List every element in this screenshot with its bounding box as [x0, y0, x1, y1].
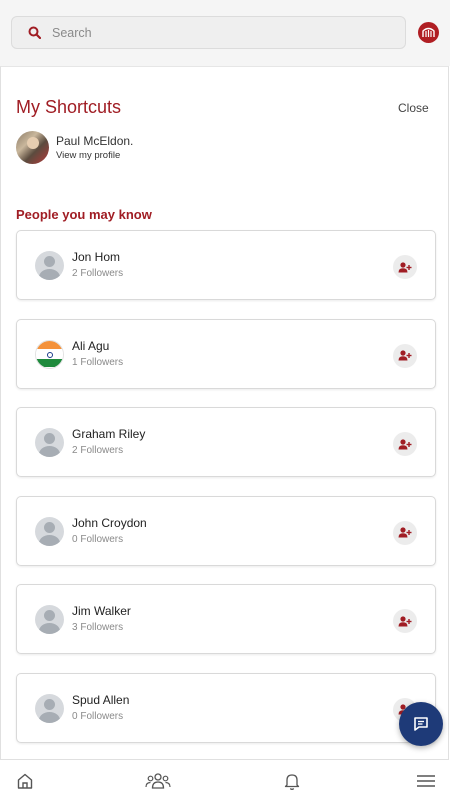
follower-count: 0 Followers [72, 710, 124, 722]
person-card[interactable]: Jon Hom 2 Followers [16, 230, 436, 300]
default-avatar-icon [35, 428, 64, 457]
follower-count: 3 Followers [72, 622, 124, 633]
bell-icon [284, 773, 300, 790]
view-profile-link[interactable]: View my profile [56, 149, 133, 162]
search-icon [26, 25, 42, 41]
india-flag-icon [35, 339, 64, 369]
add-user-icon [398, 350, 412, 361]
default-avatar-icon [35, 693, 64, 723]
person-name: Graham Riley [72, 427, 146, 441]
add-friend-button[interactable] [393, 520, 417, 545]
people-you-may-know-heading: People you may know [16, 207, 152, 222]
add-friend-button[interactable] [393, 255, 417, 279]
nav-notifications[interactable] [280, 770, 304, 792]
follower-count: 2 Followers [72, 268, 124, 279]
add-user-icon [398, 261, 412, 272]
add-friend-button[interactable] [393, 432, 417, 456]
default-avatar-icon [35, 516, 64, 546]
nav-menu[interactable] [414, 770, 438, 792]
person-name: John Croydon [72, 515, 147, 530]
person-name: Spud Allen [72, 692, 130, 707]
follower-count: 0 Followers [72, 533, 124, 545]
nav-home[interactable] [13, 770, 37, 792]
add-friend-button[interactable] [393, 343, 417, 368]
add-user-icon [398, 527, 412, 538]
home-icon [17, 773, 33, 789]
person-card[interactable]: Jim Walker 3 Followers [16, 584, 436, 654]
groups-icon [145, 773, 171, 789]
shortcuts-panel: My Shortcuts Close Paul McEldon. View my… [0, 66, 449, 760]
default-avatar-icon [35, 251, 64, 280]
add-friend-button[interactable] [393, 609, 417, 633]
profile-summary[interactable]: Paul McEldon. View my profile [16, 131, 133, 164]
app-logo-icon[interactable] [418, 22, 439, 43]
profile-name: Paul McEldon. [56, 133, 134, 148]
follower-count: 2 Followers [72, 445, 124, 456]
default-avatar-icon [35, 605, 64, 634]
add-user-icon [398, 438, 412, 449]
person-name: Jon Hom [72, 250, 121, 264]
bottom-nav [0, 760, 450, 800]
top-bar [0, 0, 450, 66]
person-name: Jim Walker [72, 604, 131, 618]
close-button[interactable]: Close [398, 101, 429, 115]
search-input[interactable] [52, 25, 372, 40]
menu-icon [417, 775, 435, 787]
people-list: Jon Hom 2 Followers Ali Agu 1 Followers … [16, 230, 436, 759]
search-bar[interactable] [11, 16, 406, 49]
person-name: Ali Agu [72, 338, 110, 353]
chat-icon [414, 717, 428, 731]
person-card[interactable]: Spud Allen 0 Followers [16, 672, 436, 743]
person-card[interactable]: Ali Agu 1 Followers [16, 318, 436, 389]
chat-button[interactable] [399, 702, 443, 746]
follower-count: 1 Followers [72, 356, 124, 368]
nav-groups[interactable] [145, 770, 171, 792]
shortcuts-title: My Shortcuts [16, 97, 122, 117]
add-user-icon [398, 615, 412, 626]
person-card[interactable]: Graham Riley 2 Followers [16, 407, 436, 477]
avatar[interactable] [16, 131, 49, 164]
person-card[interactable]: John Croydon 0 Followers [16, 495, 436, 566]
